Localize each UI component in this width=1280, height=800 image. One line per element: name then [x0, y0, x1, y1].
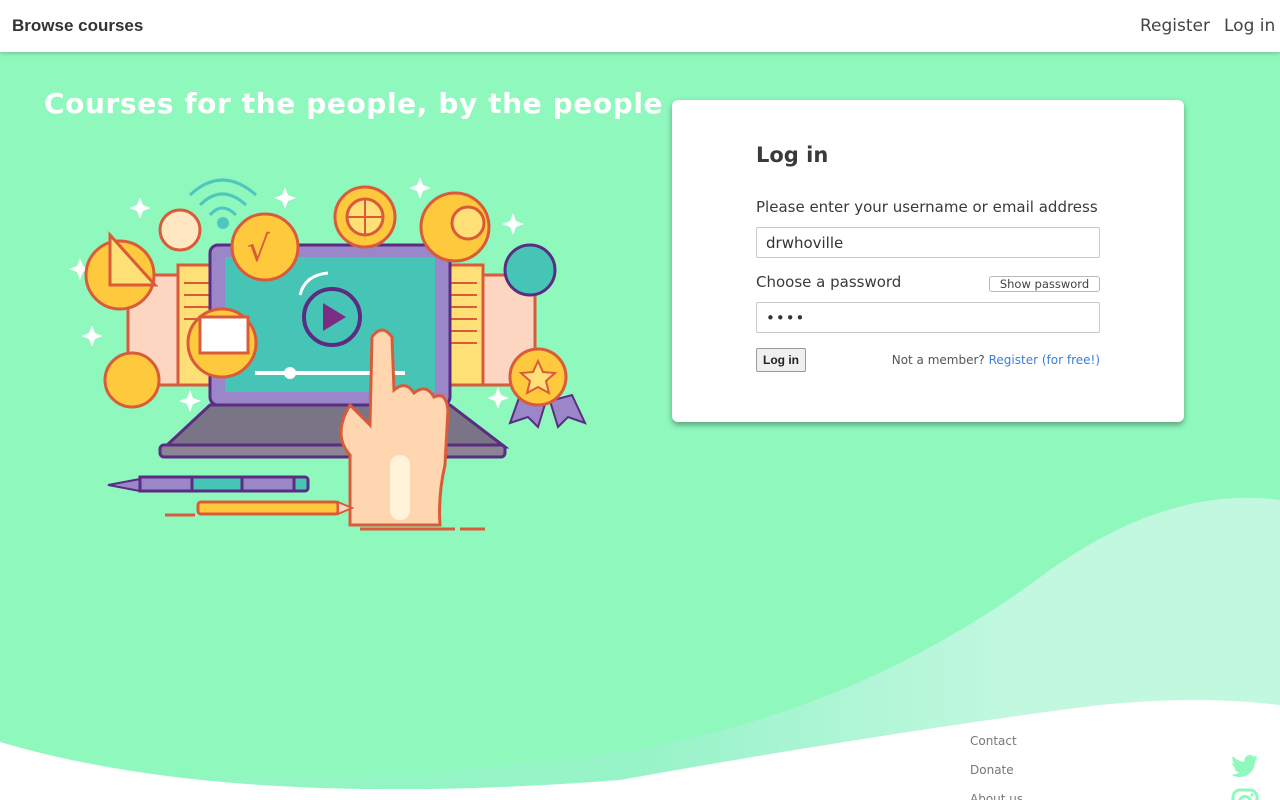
register-prompt: Not a member? Register (for free!) [892, 353, 1100, 367]
footer-links: Contact Donate About us [970, 734, 1023, 800]
not-member-text: Not a member? [891, 353, 985, 367]
username-input[interactable] [756, 227, 1100, 258]
password-input[interactable] [756, 302, 1100, 333]
footer-about-link[interactable]: About us [970, 792, 1023, 800]
footer-donate-link[interactable]: Donate [970, 763, 1023, 792]
password-label: Choose a password [756, 273, 902, 291]
svg-text:√: √ [247, 229, 270, 270]
register-free-link[interactable]: Register (for free!) [989, 353, 1100, 367]
nav-login-link[interactable]: Log in [1224, 16, 1275, 36]
twitter-icon[interactable] [1231, 754, 1259, 780]
top-navbar: Browse courses Register Log in [0, 0, 1280, 52]
show-password-button[interactable]: Show password [989, 276, 1100, 292]
hero-title: Courses for the people, by the people [44, 87, 664, 120]
login-title: Log in [756, 143, 829, 167]
username-label: Please enter your username or email addr… [756, 198, 1098, 216]
login-card: Log in Please enter your username or ema… [672, 100, 1184, 422]
footer-contact-link[interactable]: Contact [970, 734, 1023, 763]
nav-register-link[interactable]: Register [1140, 16, 1210, 36]
instagram-icon[interactable] [1231, 788, 1259, 800]
login-submit-button[interactable]: Log in [756, 348, 806, 372]
footer-wave [0, 497, 1280, 800]
browse-courses-link[interactable]: Browse courses [12, 16, 143, 36]
